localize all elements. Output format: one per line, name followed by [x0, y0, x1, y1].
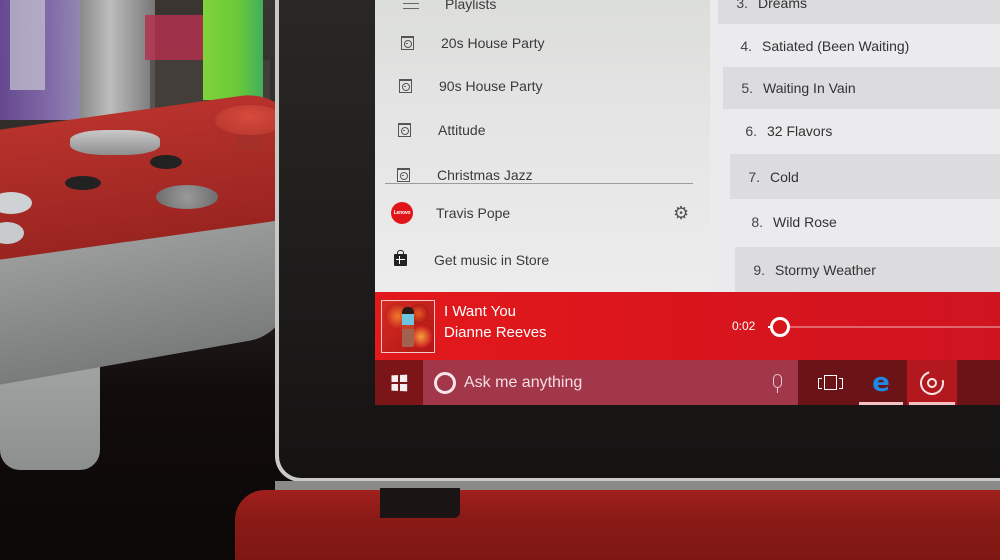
- track-number: 7.: [748, 168, 760, 185]
- taskbar: Ask me anything e: [375, 360, 1000, 405]
- search-placeholder: Ask me anything: [464, 373, 583, 391]
- track-number: 6.: [745, 123, 757, 139]
- track-row[interactable]: 7. Cold: [730, 154, 1000, 199]
- playlist-icon: [393, 79, 417, 93]
- edge-icon: e: [872, 367, 890, 398]
- track-title: Wild Rose: [773, 214, 837, 230]
- background-shelf-item: [145, 15, 205, 60]
- navigation-pane: Playlists + 20s House Party 90s House Pa…: [375, 0, 710, 292]
- track-title: Cold: [770, 168, 799, 185]
- playlist-item[interactable]: 90s House Party: [393, 68, 723, 104]
- store-link[interactable]: Get music in Store: [388, 242, 718, 278]
- account-name: Travis Pope: [436, 205, 511, 221]
- keyboard-cover-notch: [380, 488, 460, 518]
- taskbar-app-groove-music[interactable]: [907, 360, 957, 405]
- cortana-search-box[interactable]: Ask me anything: [423, 360, 798, 405]
- nav-divider: [385, 183, 693, 184]
- track-title: Waiting In Vain: [763, 80, 856, 96]
- playlists-header[interactable]: Playlists +: [399, 0, 729, 22]
- background-shelf-item: [203, 0, 263, 100]
- playlists-icon: [399, 0, 423, 9]
- background-shelf-item: [10, 0, 45, 90]
- avatar: Lenovo: [391, 202, 413, 224]
- plus-icon[interactable]: +: [681, 0, 694, 4]
- playlist-label: Christmas Jazz: [437, 167, 533, 183]
- controller-xbox-button: [156, 185, 218, 209]
- track-title: Stormy Weather: [775, 261, 876, 278]
- store-link-label: Get music in Store: [434, 252, 550, 268]
- track-row[interactable]: 8. Wild Rose: [733, 201, 1000, 243]
- seek-thumb[interactable]: [770, 317, 791, 337]
- red-keyboard-cover: [235, 490, 1000, 560]
- controller-dpad: [70, 130, 160, 155]
- track-number: 5.: [741, 80, 753, 96]
- playlist-item[interactable]: 20s House Party: [395, 25, 725, 61]
- seek-bar[interactable]: [768, 326, 1000, 328]
- taskbar-app-edge[interactable]: e: [857, 360, 905, 405]
- playlist-icon: [395, 36, 419, 50]
- start-button[interactable]: [375, 360, 423, 405]
- track-row[interactable]: 3. Dreams: [718, 0, 1000, 24]
- playlist-label: Attitude: [438, 122, 486, 138]
- track-number: 8.: [751, 214, 763, 230]
- playlist-item[interactable]: Attitude: [392, 112, 722, 148]
- playlists-header-label: Playlists: [445, 0, 497, 12]
- playlist-label: 90s House Party: [439, 78, 543, 94]
- groove-music-icon: [915, 366, 949, 399]
- now-playing-artist[interactable]: Dianne Reeves: [444, 324, 547, 341]
- store-icon: [388, 250, 412, 266]
- elapsed-time: 0:02: [732, 319, 756, 333]
- track-title: Dreams: [758, 0, 808, 11]
- playlist-icon: [391, 168, 415, 182]
- controller-menu-button: [150, 155, 182, 169]
- gear-icon[interactable]: ⚙: [673, 203, 689, 224]
- controller-view-button: [65, 176, 101, 190]
- running-indicator: [909, 402, 955, 405]
- track-number: 9.: [753, 261, 765, 278]
- playlist-label: 20s House Party: [441, 35, 545, 51]
- track-row[interactable]: 5. Waiting In Vain: [723, 67, 1000, 109]
- windows-logo-icon: [391, 374, 408, 391]
- running-indicator: [859, 402, 903, 405]
- track-number: 3.: [736, 0, 748, 11]
- track-list: 3. Dreams 4. Satiated (Been Waiting) 5. …: [710, 0, 1000, 292]
- track-row[interactable]: 4. Satiated (Been Waiting): [722, 25, 1000, 67]
- track-row[interactable]: 9. Stormy Weather: [735, 247, 1000, 292]
- now-playing-bar: I Want You Dianne Reeves 0:02: [375, 292, 1000, 360]
- task-view-icon: [817, 375, 843, 390]
- album-art[interactable]: [381, 300, 435, 353]
- playlist-item[interactable]: Christmas Jazz: [391, 157, 721, 193]
- track-row[interactable]: 6. 32 Flavors: [727, 110, 1000, 152]
- microphone-icon[interactable]: [773, 374, 782, 393]
- tablet-screen: Playlists + 20s House Party 90s House Pa…: [375, 0, 1000, 405]
- now-playing-title[interactable]: I Want You: [444, 303, 516, 320]
- track-title: 32 Flavors: [767, 123, 833, 139]
- cortana-icon: [434, 371, 456, 394]
- task-view-button[interactable]: [805, 360, 855, 405]
- playlist-icon: [392, 123, 416, 137]
- account-item[interactable]: Lenovo Travis Pope: [390, 195, 720, 231]
- track-title: Satiated (Been Waiting): [762, 38, 910, 54]
- track-number: 4.: [740, 38, 752, 54]
